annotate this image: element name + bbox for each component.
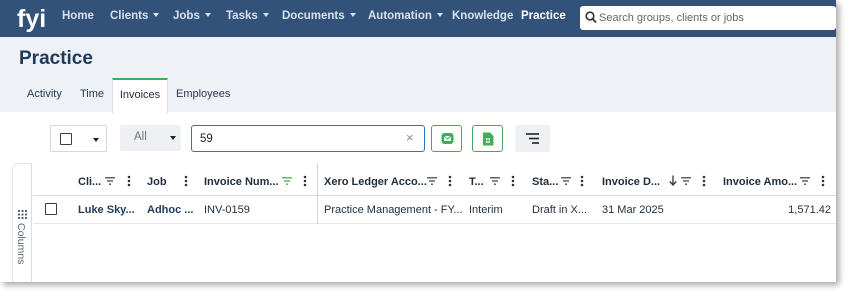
- nav-item-label: Clients: [110, 10, 149, 22]
- column-menu-icon[interactable]: [184, 175, 188, 187]
- cell-invoice-number: INV-0159: [204, 204, 250, 216]
- column-menu-icon[interactable]: [303, 175, 307, 187]
- nav-item-clients[interactable]: Clients: [110, 10, 160, 22]
- top-nav: fyi Home Clients Jobs Tasks Documents Automat…: [0, 0, 836, 37]
- email-button[interactable]: [431, 125, 462, 152]
- column-header-invoice-number[interactable]: Invoice Num...: [204, 176, 279, 188]
- fyi-logo[interactable]: fyi: [16, 2, 48, 34]
- nav-item-jobs[interactable]: Jobs: [173, 10, 211, 22]
- column-header-job[interactable]: Job: [147, 176, 167, 188]
- caret-down-icon: [204, 13, 211, 17]
- cell-status: Draft in X...: [532, 204, 588, 216]
- cell-client[interactable]: Luke Sky...: [78, 204, 135, 216]
- page-title: Practice: [19, 48, 93, 69]
- invoice-filter-input[interactable]: [200, 131, 400, 147]
- nav-item-label: Documents: [282, 10, 345, 22]
- cell-invoice-amount: 1,571.42: [788, 204, 831, 216]
- columns-panel-label[interactable]: Columns: [15, 223, 27, 264]
- column-header-type[interactable]: T...: [469, 176, 484, 188]
- nav-item-practice[interactable]: Practice: [521, 10, 566, 22]
- status-select[interactable]: All: [120, 125, 181, 151]
- row-checkbox[interactable]: [45, 203, 57, 215]
- nav-item-tasks[interactable]: Tasks: [226, 10, 269, 22]
- column-header-client[interactable]: Cli...: [78, 176, 101, 188]
- cell-type: Interim: [469, 204, 503, 216]
- app-window: fyi Home Clients Jobs Tasks Documents Automat…: [0, 0, 836, 282]
- excel-export-icon: [483, 132, 494, 146]
- cell-job[interactable]: Adhoc ...: [147, 204, 193, 216]
- nav-item-home[interactable]: Home: [62, 10, 94, 22]
- column-menu-icon[interactable]: [702, 175, 706, 187]
- tab-time[interactable]: Time: [80, 88, 104, 100]
- filter-icon[interactable]: [681, 177, 691, 185]
- caret-down-icon: [93, 138, 99, 142]
- invoice-filter-field[interactable]: ×: [191, 125, 425, 152]
- column-header-xero-ledger-account[interactable]: Xero Ledger Acco...: [324, 176, 427, 188]
- column-menu-icon[interactable]: [127, 175, 131, 187]
- tab-invoices-label: Invoices: [119, 89, 161, 101]
- tab-activity[interactable]: Activity: [27, 88, 62, 100]
- global-search-input[interactable]: [599, 9, 829, 27]
- search-icon: [585, 11, 597, 24]
- global-search[interactable]: [580, 6, 836, 30]
- caret-down-icon: [170, 136, 176, 140]
- caret-down-icon: [349, 13, 356, 17]
- cell-invoice-date: 31 Mar 2025: [602, 204, 664, 216]
- status-select-value: All: [134, 131, 147, 143]
- nav-item-label: Knowledge: [452, 10, 514, 22]
- filter-icon[interactable]: [282, 177, 292, 185]
- column-menu-icon[interactable]: [511, 175, 515, 187]
- sort-options-button[interactable]: [515, 125, 550, 152]
- nav-item-label: Jobs: [173, 10, 200, 22]
- grid-icon: [18, 210, 27, 219]
- nav-item-label: Practice: [521, 10, 566, 22]
- grid-header-row: Cli... Job Invoice Num... Xero Ledger Ac…: [33, 163, 836, 196]
- clear-icon[interactable]: ×: [406, 130, 414, 145]
- sort-desc-icon[interactable]: [669, 175, 677, 186]
- sort-lines-icon: [526, 133, 539, 144]
- filter-icon[interactable]: [427, 177, 437, 185]
- select-all-checkbox[interactable]: [60, 133, 72, 145]
- export-excel-button[interactable]: [472, 125, 503, 152]
- filter-icon[interactable]: [105, 177, 115, 185]
- nav-item-automation[interactable]: Automation: [368, 10, 443, 22]
- column-menu-icon[interactable]: [821, 175, 825, 187]
- filter-icon[interactable]: [490, 177, 500, 185]
- column-menu-icon[interactable]: [580, 175, 584, 187]
- column-header-invoice-amount[interactable]: Invoice Amo...: [723, 176, 797, 188]
- nav-item-label: Home: [62, 10, 94, 22]
- select-all-button[interactable]: [50, 125, 107, 152]
- filter-icon[interactable]: [800, 177, 810, 185]
- page-header: Practice Activity Time Invoices Employee…: [0, 37, 836, 113]
- nav-item-knowledge[interactable]: Knowledge: [452, 10, 513, 22]
- svg-text:fyi: fyi: [17, 5, 46, 33]
- column-header-status[interactable]: Sta...: [532, 176, 558, 188]
- email-icon: [441, 133, 454, 144]
- filter-icon[interactable]: [561, 177, 571, 185]
- pinned-column-divider: [317, 163, 318, 224]
- tab-employees[interactable]: Employees: [176, 88, 230, 100]
- nav-item-label: Tasks: [226, 10, 258, 22]
- column-header-invoice-date[interactable]: Invoice D...: [602, 176, 660, 188]
- column-menu-icon[interactable]: [448, 175, 452, 187]
- cell-xero-ledger-account: Practice Management - FY...: [324, 204, 463, 216]
- caret-down-icon: [153, 13, 160, 17]
- caret-down-icon: [262, 13, 269, 17]
- caret-down-icon: [436, 13, 443, 17]
- table-row[interactable]: Luke Sky... Adhoc ... INV-0159 Practice …: [33, 196, 836, 224]
- nav-item-label: Automation: [368, 10, 432, 22]
- nav-item-documents[interactable]: Documents: [282, 10, 356, 22]
- tab-invoices[interactable]: Invoices: [112, 78, 168, 113]
